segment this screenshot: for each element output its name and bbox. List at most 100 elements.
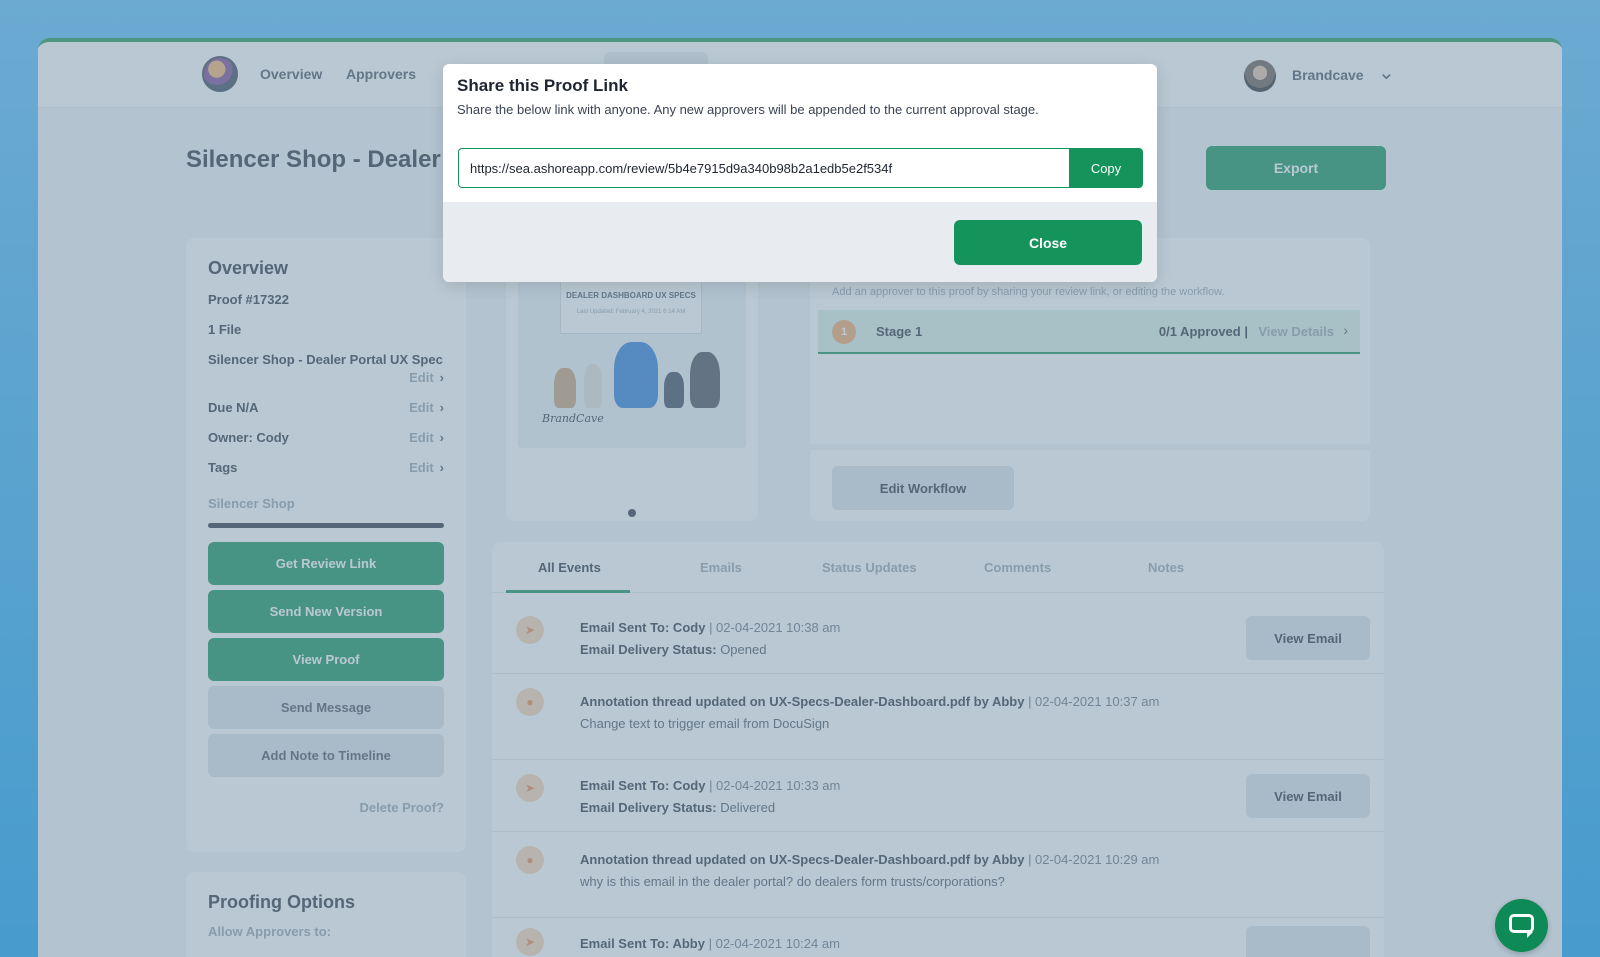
tab-status-updates[interactable]: Status Updates <box>822 560 917 575</box>
proofing-options-subtitle: Allow Approvers to: <box>208 924 332 939</box>
rocket-icon: ➤ <box>516 616 544 644</box>
edit-label: Edit <box>409 370 434 385</box>
thumbnail-brand: BrandCave <box>542 412 604 425</box>
bell-icon: ● <box>516 846 544 874</box>
event-detail: Change text to trigger email from DocuSi… <box>580 716 830 731</box>
illustration-character <box>584 364 602 408</box>
edit-tags-link[interactable]: Edit › <box>409 460 444 475</box>
event-timestamp: | 02-04-2021 10:38 am <box>709 620 841 635</box>
stage-name: Stage 1 <box>876 324 923 339</box>
tab-notes[interactable]: Notes <box>1148 560 1184 575</box>
chat-icon-tail <box>1527 932 1533 938</box>
thumbnail-subheading: Last Updated: February 4, 2021 6:14 AM <box>576 309 686 315</box>
tab-emails[interactable]: Emails <box>700 560 742 575</box>
page-title: Silencer Shop - Dealer Po <box>186 146 479 173</box>
view-email-button[interactable] <box>1246 926 1370 957</box>
event-timestamp: | 02-04-2021 10:33 am <box>709 778 841 793</box>
illustration-mascot <box>614 342 658 408</box>
illustration-character <box>554 368 576 408</box>
edit-label: Edit <box>409 460 434 475</box>
timeline-event: ● Annotation thread updated on UX-Specs-… <box>492 832 1384 918</box>
illustration-character <box>664 372 684 408</box>
tab-comments[interactable]: Comments <box>984 560 1051 575</box>
event-detail: why is this email in the dealer portal? … <box>580 874 1005 889</box>
event-title: Email Sent To: Cody | 02-04-2021 10:38 a… <box>580 620 840 635</box>
edit-label: Edit <box>409 430 434 445</box>
chevron-right-icon: › <box>439 370 444 385</box>
stage-count-text: 0/1 Approved <box>1158 324 1241 339</box>
overview-title: Overview <box>208 258 289 278</box>
event-title: Email Sent To: Cody | 02-04-2021 10:33 a… <box>580 778 840 793</box>
bell-icon: ● <box>516 688 544 716</box>
rocket-icon: ➤ <box>516 928 544 956</box>
event-title: Annotation thread updated on UX-Specs-De… <box>580 852 1159 867</box>
modal-description: Share the below link with anyone. Any ne… <box>457 102 1039 117</box>
due-date: Due N/A <box>208 400 259 415</box>
share-link-input[interactable] <box>458 148 1070 188</box>
event-detail-label: Email Delivery Status: <box>580 642 717 657</box>
chat-icon <box>1509 914 1534 933</box>
stage-row[interactable]: 1 Stage 1 0/1 Approved | View Details › <box>818 310 1360 354</box>
event-detail: Email Delivery Status: Delivered <box>580 800 775 815</box>
logo-icon[interactable] <box>202 56 238 92</box>
tab-all-events[interactable]: All Events <box>538 560 601 575</box>
send-new-version-button[interactable]: Send New Version <box>208 590 444 633</box>
modal-title: Share this Proof Link <box>457 76 628 95</box>
user-name[interactable]: Brandcave <box>1292 67 1364 83</box>
edit-due-link[interactable]: Edit › <box>409 400 444 415</box>
edit-name-link[interactable]: Edit › <box>409 370 444 385</box>
event-timestamp: | 02-04-2021 10:29 am <box>1028 852 1160 867</box>
proof-number: Proof #17322 <box>208 292 289 307</box>
active-tab-indicator <box>506 590 630 593</box>
timeline-event: ➤ Email Sent To: Cody | 02-04-2021 10:38… <box>492 594 1384 674</box>
overview-card: Overview Proof #17322 1 File Silencer Sh… <box>186 238 466 852</box>
event-main-text: Annotation thread updated on UX-Specs-De… <box>580 694 1025 709</box>
chevron-right-icon: › <box>439 400 444 415</box>
avatar[interactable] <box>1244 60 1276 92</box>
event-timestamp: | 02-04-2021 10:37 am <box>1028 694 1160 709</box>
proofing-options-card: Proofing Options Allow Approvers to: <box>186 872 466 957</box>
get-review-link-button[interactable]: Get Review Link <box>208 542 444 585</box>
view-email-button[interactable]: View Email <box>1246 774 1370 818</box>
delete-proof-link[interactable]: Delete Proof? <box>359 800 444 815</box>
event-detail-value: Opened <box>720 642 767 657</box>
workflow-subtitle: Add an approver to this proof by sharing… <box>832 286 1225 298</box>
edit-owner-link[interactable]: Edit › <box>409 430 444 445</box>
nav-overview[interactable]: Overview <box>260 66 322 82</box>
event-main-text: Annotation thread updated on UX-Specs-De… <box>580 852 1025 867</box>
carousel-dot[interactable] <box>628 509 636 517</box>
modal-footer: Close <box>443 202 1157 282</box>
stage-approval-count: 0/1 Approved | <box>1159 324 1248 339</box>
event-main-text: Email Sent To: Abby <box>580 936 705 951</box>
chevron-right-icon: › <box>439 430 444 445</box>
thumbnail-heading: DEALER DASHBOARD UX SPECS <box>566 291 696 300</box>
event-main-text: Email Sent To: Cody <box>580 620 706 635</box>
progress-bar <box>208 523 444 528</box>
send-message-button[interactable]: Send Message <box>208 686 444 729</box>
chat-launcher[interactable] <box>1495 899 1548 952</box>
timeline-event: ● Annotation thread updated on UX-Specs-… <box>492 674 1384 760</box>
tag-value: Silencer Shop <box>208 496 295 511</box>
event-main-text: Email Sent To: Cody <box>580 778 706 793</box>
add-note-button[interactable]: Add Note to Timeline <box>208 734 444 777</box>
copy-button[interactable]: Copy <box>1069 148 1143 188</box>
edit-workflow-button[interactable]: Edit Workflow <box>832 466 1014 510</box>
chevron-right-icon[interactable]: › <box>1343 322 1348 338</box>
stage-number: 1 <box>832 320 856 344</box>
proofing-options-title: Proofing Options <box>208 892 355 912</box>
event-detail: Email Delivery Status: Opened <box>580 642 766 657</box>
edit-label: Edit <box>409 400 434 415</box>
export-button[interactable]: Export <box>1206 146 1386 190</box>
divider <box>810 444 1370 450</box>
timeline-event: ➤ Email Sent To: Abby | 02-04-2021 10:24… <box>492 918 1384 957</box>
event-timestamp: | 02-04-2021 10:24 am <box>708 936 840 951</box>
nav-approvers[interactable]: Approvers <box>346 66 416 82</box>
close-button[interactable]: Close <box>954 220 1142 265</box>
chevron-down-icon[interactable]: ⌄ <box>1378 60 1395 85</box>
view-email-button[interactable]: View Email <box>1246 616 1370 660</box>
illustration-character <box>690 352 720 408</box>
view-details-link[interactable]: View Details <box>1258 324 1334 339</box>
rocket-icon: ➤ <box>516 774 544 802</box>
stage-separator: | <box>1244 324 1248 339</box>
view-proof-button[interactable]: View Proof <box>208 638 444 681</box>
